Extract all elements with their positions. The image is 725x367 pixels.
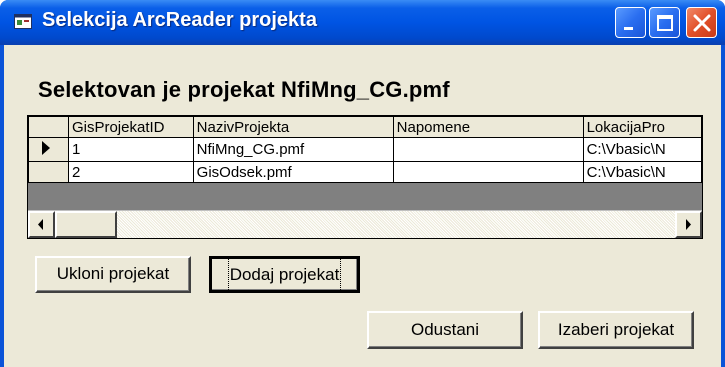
row-selector[interactable] <box>28 161 69 183</box>
scroll-right-button[interactable] <box>675 211 702 238</box>
app-icon <box>14 14 32 29</box>
choose-project-label: Izaberi projekat <box>557 320 675 339</box>
window-title: Selekcija ArcReader projekta <box>42 9 317 31</box>
row-selector[interactable] <box>28 137 69 162</box>
close-icon <box>693 14 711 32</box>
table-row[interactable]: 2 GisOdsek.pmf C:\Vbasic\N <box>28 161 702 183</box>
dialog-window: Selekcija ArcReader projekta Selektovan … <box>0 0 725 367</box>
table-cell[interactable]: 2 <box>67 161 194 183</box>
title-bar[interactable]: Selekcija ArcReader projekta <box>0 0 725 45</box>
arrow-right-icon <box>686 219 691 230</box>
table-cell[interactable]: C:\Vbasic\N <box>582 161 702 183</box>
column-header[interactable]: LokacijaPro <box>582 116 702 138</box>
table-cell[interactable]: C:\Vbasic\N <box>582 137 702 162</box>
remove-project-button[interactable]: Ukloni projekat <box>35 256 191 293</box>
scroll-left-button[interactable] <box>28 211 55 238</box>
header-row: GisProjekatID NazivProjekta Napomene Lok… <box>28 116 702 138</box>
arrow-left-icon <box>38 219 43 230</box>
projects-grid[interactable]: GisProjekatID NazivProjekta Napomene Lok… <box>27 115 703 239</box>
column-header[interactable]: GisProjekatID <box>67 116 194 138</box>
selected-project-heading: Selektovan je projekat NfiMng_CG.pmf <box>38 77 450 102</box>
column-header[interactable]: NazivProjekta <box>192 116 394 138</box>
minimize-icon <box>624 27 633 30</box>
cancel-button[interactable]: Odustani <box>367 311 523 349</box>
minimize-button[interactable] <box>615 7 646 38</box>
maximize-button[interactable] <box>649 7 680 38</box>
table-cell[interactable] <box>392 161 584 183</box>
choose-project-button[interactable]: Izaberi projekat <box>538 311 694 349</box>
add-project-button[interactable]: Dodaj projekat <box>209 256 360 293</box>
table-cell[interactable]: NfiMng_CG.pmf <box>192 137 394 162</box>
table-cell[interactable]: GisOdsek.pmf <box>192 161 394 183</box>
dialog-body: Selektovan je projekat NfiMng_CG.pmf Gis… <box>4 45 721 367</box>
table-row[interactable]: 1 NfiMng_CG.pmf C:\Vbasic\N <box>28 137 702 162</box>
remove-project-label: Ukloni projekat <box>56 264 170 283</box>
row-selector-header <box>28 116 69 138</box>
cancel-label: Odustani <box>410 320 480 339</box>
projects-table: GisProjekatID NazivProjekta Napomene Lok… <box>28 116 702 183</box>
column-header[interactable]: Napomene <box>392 116 584 138</box>
scroll-thumb[interactable] <box>55 211 117 238</box>
table-cell[interactable] <box>392 137 584 162</box>
current-row-arrow-icon <box>42 141 50 155</box>
maximize-icon <box>657 15 673 31</box>
close-button[interactable] <box>686 7 717 38</box>
horizontal-scrollbar[interactable] <box>28 210 702 238</box>
add-project-label: Dodaj projekat <box>227 257 342 292</box>
table-cell[interactable]: 1 <box>67 137 194 162</box>
